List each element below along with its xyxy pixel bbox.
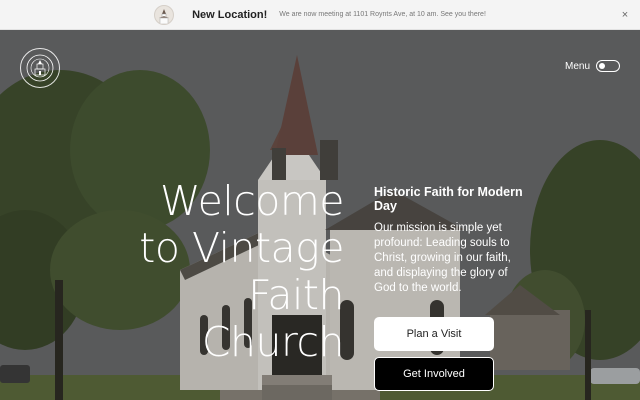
announcement-text: We are now meeting at 1101 Roynts Ave, a… xyxy=(279,11,486,18)
church-seal-icon[interactable] xyxy=(20,48,60,88)
hero-heading: Welcome to Vintage Faith Church xyxy=(104,178,344,366)
mission-statement: Our mission is simple yet profound: Lead… xyxy=(374,222,511,294)
hero-text-column: Historic Faith for Modern Day Our missio… xyxy=(374,185,524,296)
church-icon xyxy=(154,4,175,25)
menu-button[interactable]: Menu xyxy=(565,60,620,72)
announcement-content: New Location! We are now meeting at 1101… xyxy=(154,4,486,25)
close-icon[interactable]: × xyxy=(618,8,632,22)
plan-visit-button[interactable]: Plan a Visit xyxy=(374,317,494,351)
announcement-title: New Location! xyxy=(192,8,268,21)
menu-label: Menu xyxy=(564,60,590,72)
toggle-icon[interactable] xyxy=(596,60,620,72)
hero-heading-line: Church xyxy=(201,318,345,366)
get-involved-button[interactable]: Get Involved xyxy=(374,357,494,391)
hero-section: Menu Welcome to Vintage Faith Church His… xyxy=(0,30,640,400)
hero-tagline: Historic Faith for Modern Day xyxy=(374,185,523,213)
hero-heading-line: Faith xyxy=(248,271,344,319)
hero-heading-line: Welcome xyxy=(159,177,345,225)
hero-heading-line: to Vintage xyxy=(139,224,344,272)
announcement-bar: New Location! We are now meeting at 1101… xyxy=(0,0,640,30)
